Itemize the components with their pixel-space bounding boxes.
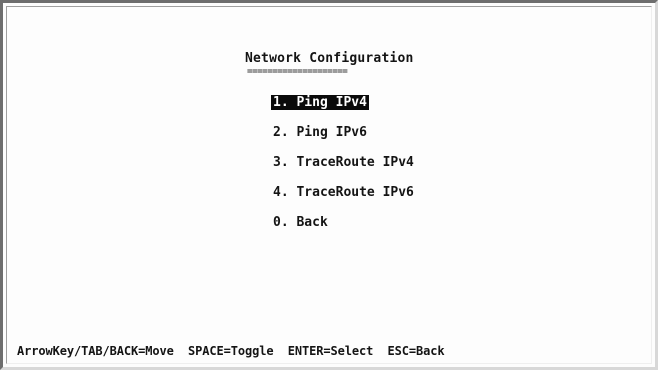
terminal-window: Network Configuration ==================…: [0, 0, 658, 370]
title-underline: ====================: [247, 67, 348, 77]
key-help-bar: ArrowKey/TAB/BACK=Move SPACE=Toggle ENTE…: [17, 344, 445, 358]
menu-item-ping-ipv4[interactable]: 1. Ping IPv4: [271, 95, 369, 110]
menu-item-back[interactable]: 0. Back: [271, 215, 330, 230]
menu-item-traceroute-ipv4[interactable]: 3. TraceRoute IPv4: [271, 155, 416, 170]
menu-item-ping-ipv6[interactable]: 2. Ping IPv6: [271, 125, 369, 140]
menu-item-traceroute-ipv6[interactable]: 4. TraceRoute IPv6: [271, 185, 416, 200]
terminal-screen: Network Configuration ==================…: [6, 6, 652, 364]
page-title: Network Configuration: [245, 51, 414, 66]
